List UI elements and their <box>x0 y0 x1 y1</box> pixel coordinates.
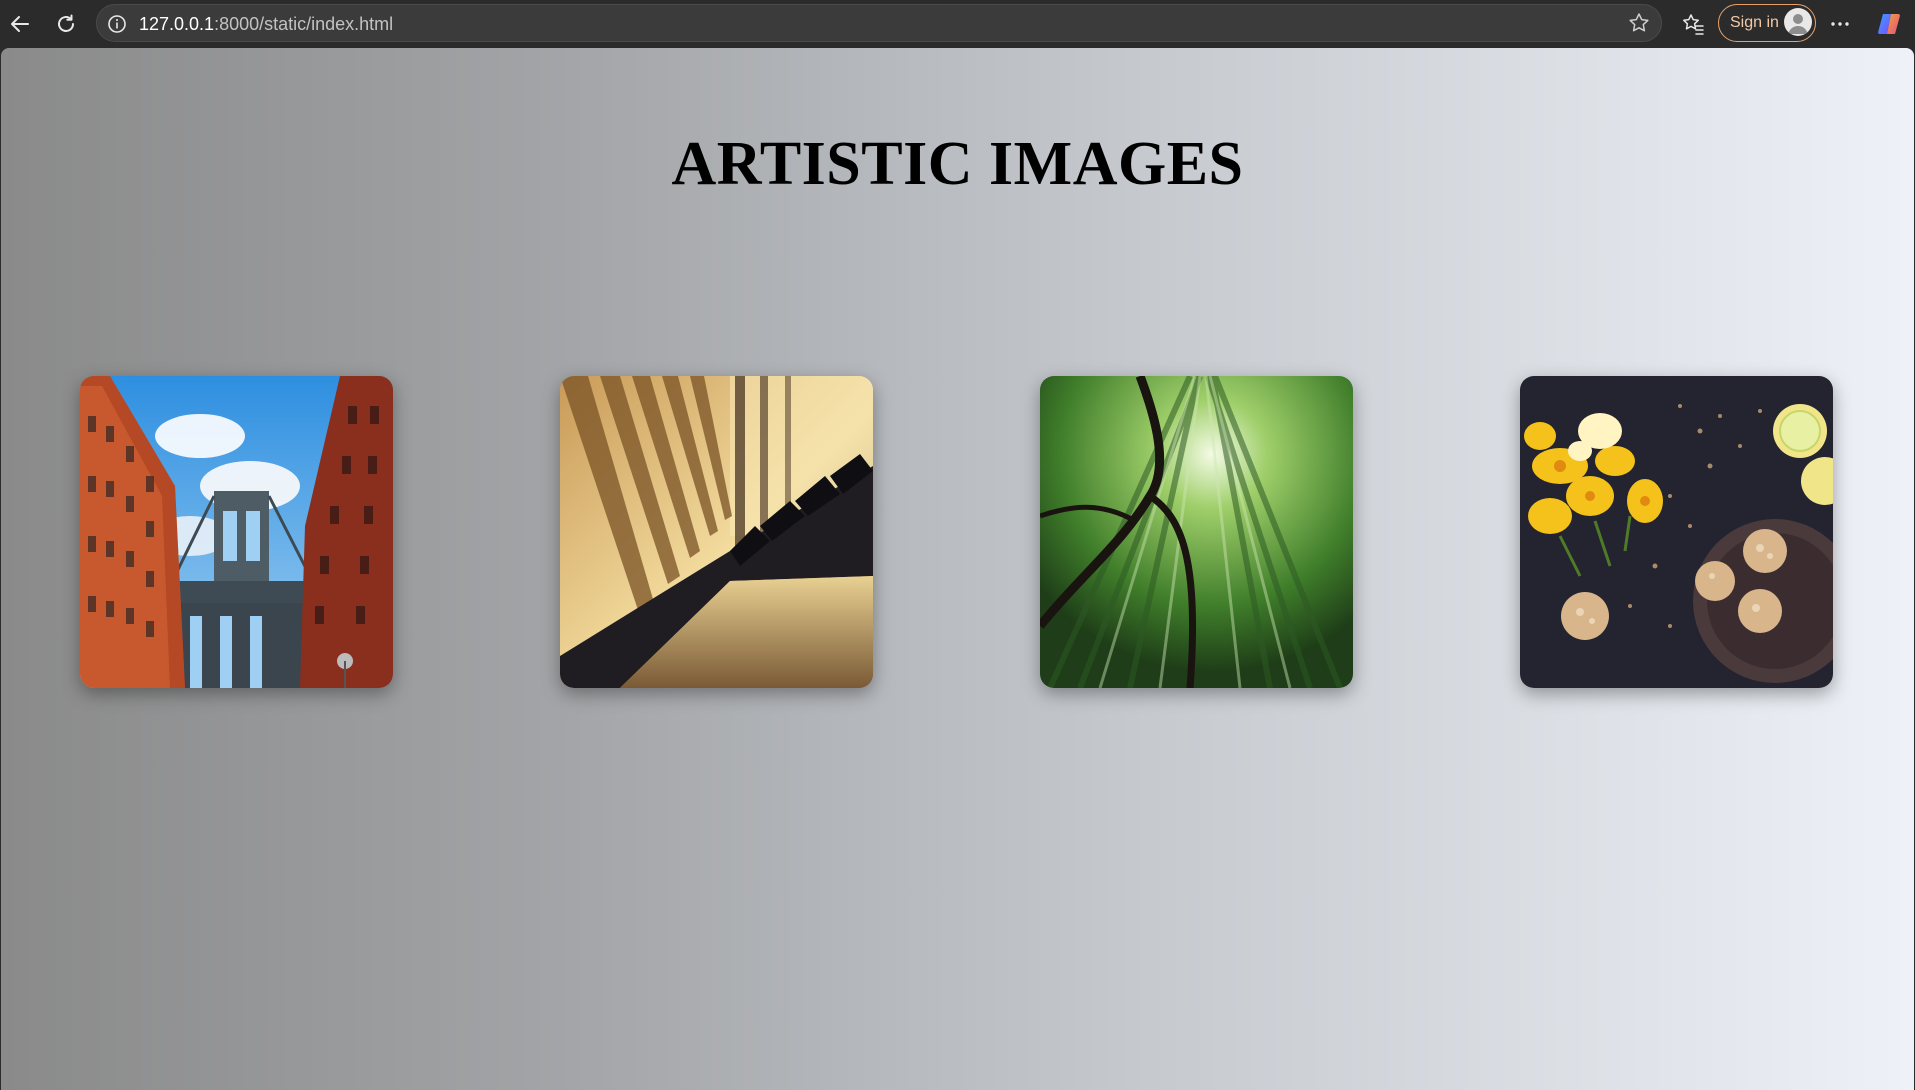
image-card-bamboo[interactable] <box>1040 376 1353 688</box>
copilot-button[interactable] <box>1873 8 1905 40</box>
more-icon <box>1831 22 1849 26</box>
more-button[interactable] <box>1824 8 1856 40</box>
favorites-icon <box>1683 14 1704 35</box>
reload-icon <box>58 14 74 32</box>
url-text[interactable]: 127.0.0.1:8000/static/index.html <box>139 14 393 34</box>
image-card-piano[interactable] <box>560 376 873 688</box>
back-icon <box>11 16 29 32</box>
browser-toolbar: 127.0.0.1:8000/static/index.html Sign in <box>0 0 1915 48</box>
url-host: 127.0.0.1 <box>139 14 215 34</box>
sign-in-label: Sign in <box>1730 14 1779 31</box>
url-path: :8000/static/index.html <box>214 14 394 34</box>
favorites-button[interactable] <box>1677 8 1709 40</box>
image-card-cookies[interactable] <box>1520 376 1833 688</box>
info-icon[interactable] <box>107 14 127 34</box>
address-bar[interactable]: 127.0.0.1:8000/static/index.html <box>96 4 1662 42</box>
sign-in-button[interactable]: Sign in <box>1718 4 1816 42</box>
back-button[interactable] <box>4 8 36 40</box>
cookies-image <box>1520 376 1833 688</box>
page-title: ARTISTIC IMAGES <box>671 130 1244 198</box>
bridge-image <box>80 376 393 688</box>
copilot-icon <box>1878 14 1900 34</box>
image-card-bridge[interactable] <box>80 376 393 688</box>
star-icon[interactable] <box>1627 11 1651 35</box>
reload-button[interactable] <box>50 8 82 40</box>
bamboo-image <box>1040 376 1353 688</box>
page-viewport: ARTISTIC IMAGES <box>1 48 1914 1090</box>
avatar-icon <box>1784 8 1812 36</box>
piano-image <box>560 376 873 688</box>
